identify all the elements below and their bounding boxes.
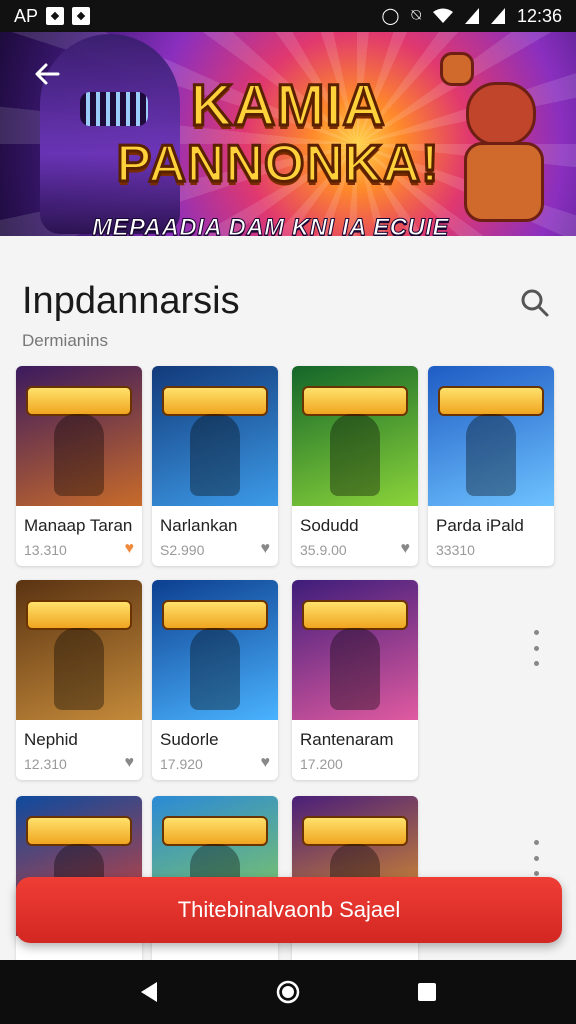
game-card[interactable]: Nephid 12.310 ♥: [16, 580, 142, 780]
wifi-icon: [432, 8, 453, 23]
game-thumbnail: [292, 366, 418, 506]
heart-icon[interactable]: ♥: [261, 540, 271, 558]
game-meta: 17.920: [160, 756, 203, 772]
game-meta: 35.9.00: [300, 542, 347, 558]
heart-icon[interactable]: ♥: [401, 540, 411, 558]
banner-title-line2: PANNONKA!: [115, 134, 440, 195]
banner-title-line1: KAMIA: [189, 72, 386, 140]
game-thumbnail: [152, 580, 278, 720]
heart-icon[interactable]: ♥: [125, 754, 135, 772]
game-thumbnail: [16, 580, 142, 720]
circle-home-icon: [276, 980, 300, 1004]
more-options-button[interactable]: [526, 630, 546, 666]
game-meta: 17.200: [300, 756, 343, 772]
status-time: 12:36: [516, 5, 562, 26]
game-meta: S2.990: [160, 542, 205, 558]
game-name: Rantenaram: [300, 730, 394, 749]
heart-icon[interactable]: ♥: [261, 754, 271, 772]
game-card[interactable]: Parda iPald 33310: [428, 366, 554, 566]
search-icon: [521, 289, 549, 317]
game-name: Sudorle: [160, 730, 219, 749]
signal-icon: [464, 8, 479, 24]
hero-banner[interactable]: KAMIA PANNONKA! MEPAADIA DAM KNI IA ECUI…: [0, 32, 576, 236]
game-name: Parda iPald: [436, 516, 524, 535]
game-card[interactable]: Rantenaram 17.200: [292, 580, 418, 780]
arrow-left-icon: [35, 63, 60, 85]
heart-icon[interactable]: ♥: [125, 540, 135, 558]
nav-back-button[interactable]: [129, 972, 169, 1012]
alarm-icon: ◯: [381, 8, 400, 25]
game-card[interactable]: Sodudd 35.9.00 ♥: [292, 366, 418, 566]
game-thumbnail: [292, 580, 418, 720]
status-bar: AP ◯ ⍉ 12:36: [0, 0, 576, 32]
notification-icon: [46, 7, 65, 25]
game-card[interactable]: Narlankan S2.990 ♥: [152, 366, 278, 566]
primary-action-button[interactable]: Thitebinalvaonb Sajael: [16, 877, 562, 943]
game-meta: 13.310: [24, 542, 67, 558]
game-card[interactable]: Sudorle 17.920 ♥: [152, 580, 278, 780]
banner-subtitle: MEPAADIA DAM KNI IA ECUIE LNDESKNI: [92, 214, 449, 237]
search-button[interactable]: [512, 280, 556, 324]
game-thumbnail: [16, 366, 142, 506]
signal-icon: [490, 8, 505, 24]
vibrate-icon: ⍉: [411, 7, 421, 24]
game-name: Nephid: [24, 730, 78, 749]
status-app-label: AP: [14, 5, 39, 26]
triangle-back-icon: [141, 982, 158, 1002]
section-subtitle: Dermianins: [22, 331, 108, 350]
game-meta: 12.310: [24, 756, 67, 772]
more-options-button[interactable]: [526, 840, 546, 876]
nav-home-button[interactable]: [268, 972, 308, 1012]
game-name: Sodudd: [300, 516, 359, 535]
nav-recents-button[interactable]: [407, 972, 447, 1012]
game-card[interactable]: Manaap Taran 13.310 ♥: [16, 366, 142, 566]
game-name: Manaap Taran: [24, 516, 133, 535]
game-name: Narlankan: [160, 516, 238, 535]
game-thumbnail: [428, 366, 554, 506]
back-button[interactable]: [28, 54, 68, 94]
system-nav-bar: [0, 960, 576, 1024]
square-recents-icon: [417, 983, 436, 1001]
game-thumbnail: [152, 366, 278, 506]
notification-icon: [72, 7, 91, 25]
game-meta: 33310: [436, 542, 475, 558]
section-title: Inpdannarsis: [22, 280, 240, 322]
